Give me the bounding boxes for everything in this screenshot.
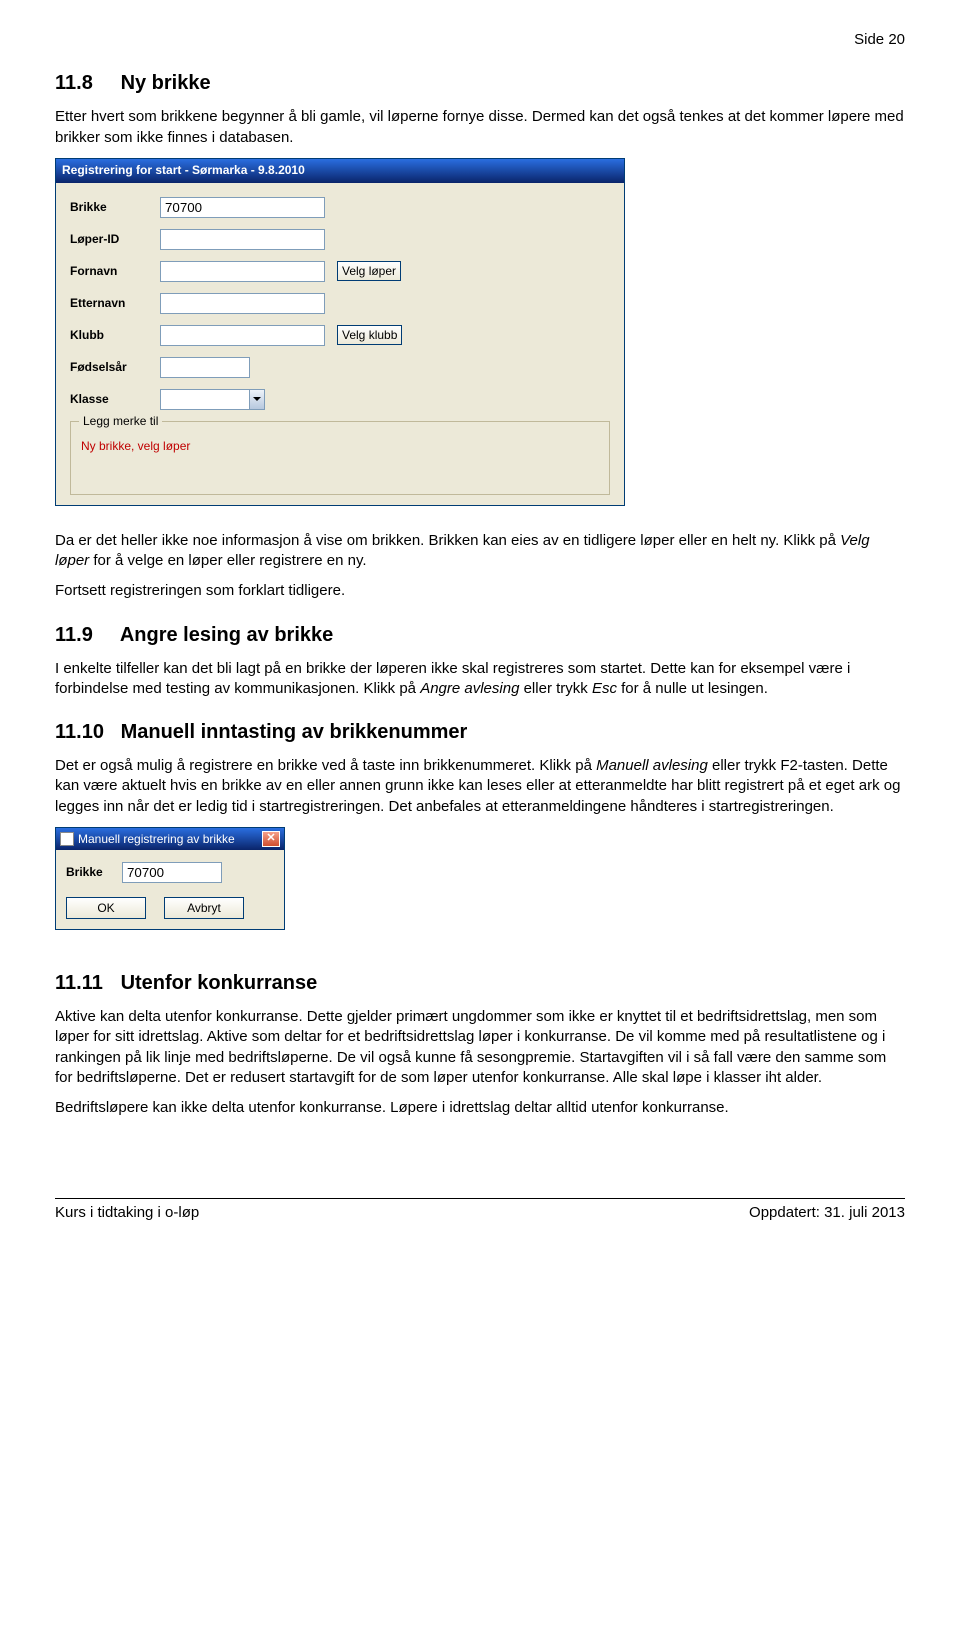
footer-divider	[55, 1198, 905, 1199]
label-klasse: Klasse	[70, 391, 160, 407]
heading-title: Angre lesing av brikke	[120, 624, 333, 646]
paragraph: Fortsett registreringen som forklart tid…	[55, 581, 905, 601]
fieldset-legend: Legg merke til	[79, 413, 162, 429]
italic-text: Manuell avlesing	[596, 757, 708, 774]
heading-11-9: 11.9 Angre lesing av brikke	[55, 622, 905, 649]
window-icon	[60, 832, 74, 846]
registration-window: Registrering for start - Sørmarka - 9.8.…	[55, 158, 625, 506]
paragraph: Det er også mulig å registrere en brikke…	[55, 756, 905, 817]
chevron-down-icon[interactable]	[250, 389, 265, 410]
heading-number: 11.10	[55, 719, 115, 746]
label-etternavn: Etternavn	[70, 295, 160, 311]
heading-11-8: 11.8 Ny brikke	[55, 70, 905, 97]
label-fornavn: Fornavn	[70, 263, 160, 279]
paragraph: Bedriftsløpere kan ikke delta utenfor ko…	[55, 1098, 905, 1118]
form-area: Brikke Løper-ID Fornavn Velg løper Etter…	[56, 183, 624, 505]
dialog-label-brikke: Brikke	[66, 864, 122, 880]
heading-number: 11.11	[55, 970, 115, 997]
window-titlebar: Registrering for start - Sørmarka - 9.8.…	[56, 159, 624, 183]
paragraph: Aktive kan delta utenfor konkurranse. De…	[55, 1007, 905, 1088]
paragraph: Etter hvert som brikkene begynner å bli …	[55, 107, 905, 148]
velg-loper-button[interactable]: Velg løper	[337, 261, 401, 281]
notice-fieldset: Legg merke til Ny brikke, velg løper	[70, 421, 610, 495]
label-brikke: Brikke	[70, 199, 160, 215]
fornavn-input[interactable]	[160, 261, 325, 282]
page-number: Side 20	[55, 30, 905, 50]
italic-text: Esc	[592, 680, 617, 697]
footer-left: Kurs i tidtaking i o-løp	[55, 1203, 199, 1223]
heading-title: Ny brikke	[121, 72, 211, 94]
heading-title: Manuell inntasting av brikkenummer	[121, 721, 468, 743]
klasse-input[interactable]	[160, 389, 250, 410]
dialog-title: Manuell registrering av brikke	[78, 831, 235, 847]
dialog-body: Brikke OK Avbryt	[56, 850, 284, 929]
etternavn-input[interactable]	[160, 293, 325, 314]
heading-number: 11.9	[55, 622, 115, 649]
label-fodselsar: Fødselsår	[70, 359, 160, 375]
paragraph: I enkelte tilfeller kan det bli lagt på …	[55, 659, 905, 700]
close-icon[interactable]: ✕	[262, 831, 280, 847]
heading-11-11: 11.11 Utenfor konkurranse	[55, 970, 905, 997]
footer-right: Oppdatert: 31. juli 2013	[749, 1203, 905, 1223]
ok-button[interactable]: OK	[66, 897, 146, 919]
label-loper-id: Løper-ID	[70, 231, 160, 247]
fieldset-note: Ny brikke, velg løper	[81, 438, 599, 454]
heading-title: Utenfor konkurranse	[121, 972, 318, 994]
klubb-input[interactable]	[160, 325, 325, 346]
label-klubb: Klubb	[70, 327, 160, 343]
loper-id-input[interactable]	[160, 229, 325, 250]
dialog-brikke-input[interactable]	[122, 862, 222, 883]
paragraph: Da er det heller ikke noe informasjon å …	[55, 531, 905, 572]
heading-11-10: 11.10 Manuell inntasting av brikkenummer	[55, 719, 905, 746]
dialog-titlebar: Manuell registrering av brikke ✕	[56, 828, 284, 850]
heading-number: 11.8	[55, 70, 115, 97]
brikke-input[interactable]	[160, 197, 325, 218]
klasse-select[interactable]	[160, 389, 265, 410]
velg-klubb-button[interactable]: Velg klubb	[337, 325, 402, 345]
fodselsar-input[interactable]	[160, 357, 250, 378]
page-footer: Kurs i tidtaking i o-løp Oppdatert: 31. …	[55, 1203, 905, 1223]
manual-registration-dialog: Manuell registrering av brikke ✕ Brikke …	[55, 827, 285, 930]
cancel-button[interactable]: Avbryt	[164, 897, 244, 919]
italic-text: Angre avlesing	[420, 680, 519, 697]
